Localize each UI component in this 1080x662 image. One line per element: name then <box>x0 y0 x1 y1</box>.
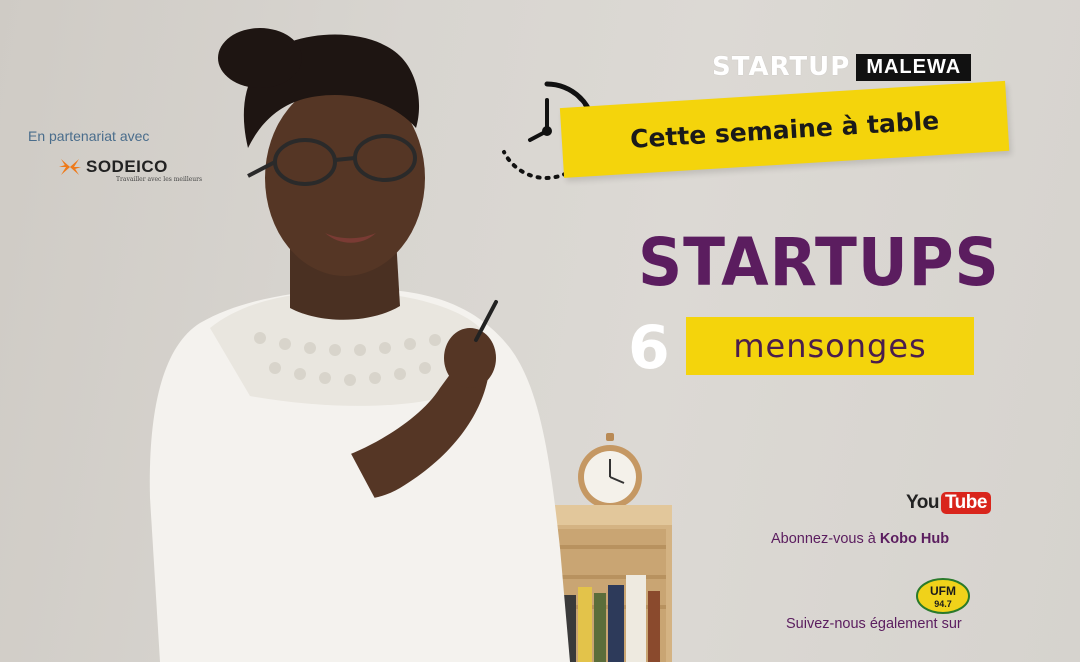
sodeico-star-icon <box>59 159 81 175</box>
ufm-logo-text: UFM <box>930 584 956 598</box>
youtube-tube-text: Tube <box>940 492 991 514</box>
banner-text: Cette semaine à table <box>629 105 940 154</box>
headline-subtitle: mensonges <box>733 327 927 365</box>
startup-malewa-logo: STARTUP MALEWA <box>712 52 972 82</box>
ufm-frequency: 94.7 <box>934 599 952 609</box>
this-week-banner: Cette semaine à table <box>559 80 1010 178</box>
headline-number: 6 <box>628 313 670 383</box>
subscribe-prefix: Abonnez-vous à <box>771 531 880 547</box>
headline-subtitle-box: mensonges <box>686 317 974 375</box>
headline-title: STARTUPS <box>638 224 1000 301</box>
youtube-you-text: You <box>906 492 939 513</box>
brand-startup-text: STARTUP <box>712 52 851 82</box>
subscribe-text: Abonnez-vous à Kobo Hub <box>771 531 949 547</box>
table-clock <box>578 433 642 515</box>
subscribe-channel[interactable]: Kobo Hub <box>880 531 949 547</box>
brand-malewa-text: MALEWA <box>856 53 972 81</box>
follow-text: Suivez-nous également sur <box>786 616 962 632</box>
ufm-logo-icon[interactable]: UFM 94.7 <box>916 578 970 614</box>
youtube-logo[interactable]: You Tube <box>906 492 991 514</box>
